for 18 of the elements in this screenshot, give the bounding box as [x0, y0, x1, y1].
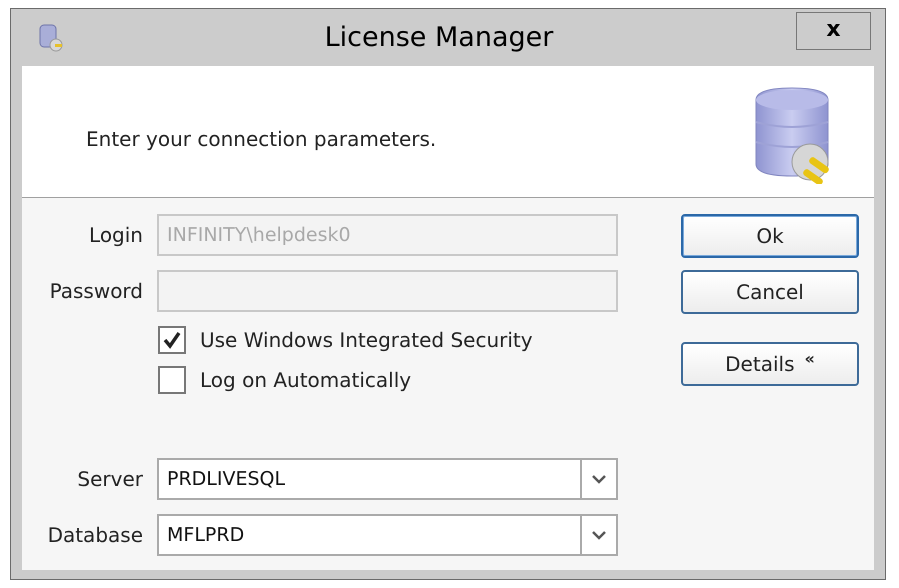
checkmark-icon: [161, 329, 183, 351]
checkbox-label: Use Windows Integrated Security: [200, 328, 533, 352]
checkbox-label: Log on Automatically: [200, 368, 412, 392]
details-button[interactable]: Details «: [681, 342, 859, 386]
instruction-text: Enter your connection parameters.: [86, 126, 436, 150]
dropdown-field[interactable]: PRDLIVESQL: [157, 458, 618, 500]
database-app-icon: [38, 22, 64, 52]
dropdown-field[interactable]: MFLPRD: [157, 514, 618, 556]
cancel-button[interactable]: Cancel: [681, 270, 859, 314]
checkbox[interactable]: [158, 326, 186, 354]
field-label: Server: [76, 467, 143, 491]
window-title: License Manager: [324, 22, 554, 53]
field-label: Database: [46, 523, 143, 547]
checkbox[interactable]: [158, 366, 186, 394]
ok-button[interactable]: Ok: [681, 214, 859, 258]
close-button[interactable]: x: [796, 12, 871, 50]
field-label: Login: [88, 223, 143, 247]
field-label: Password: [48, 279, 143, 303]
